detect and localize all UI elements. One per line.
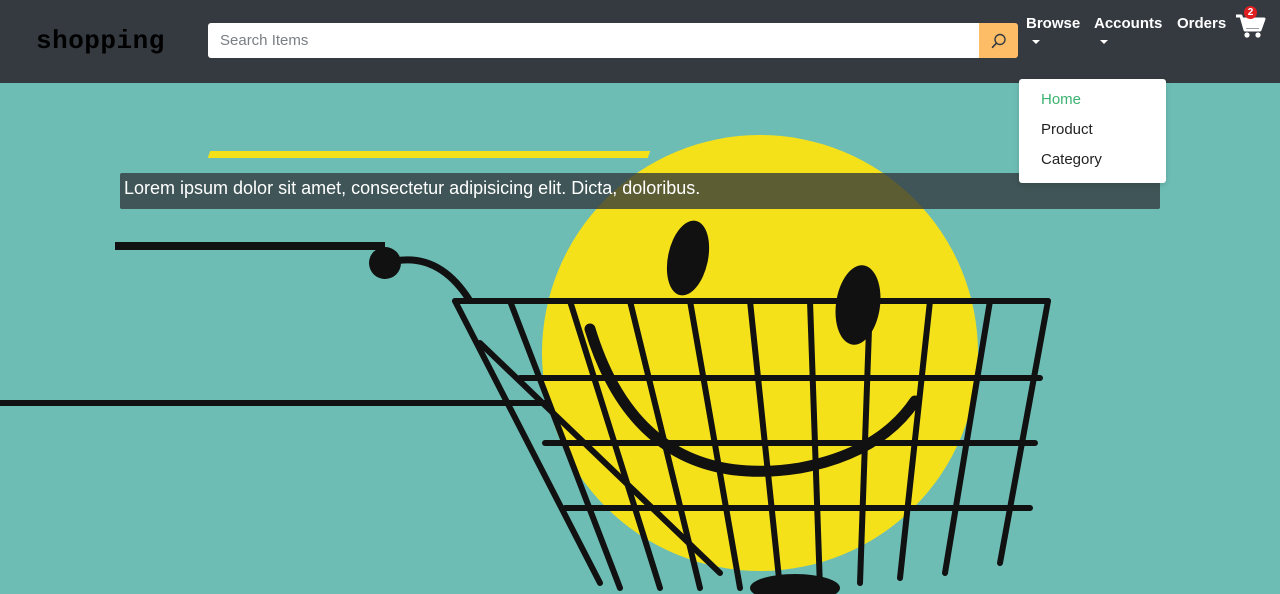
brand-logo[interactable]: shopping	[36, 26, 165, 56]
nav-browse-label: Browse	[1026, 15, 1081, 32]
nav-accounts-label: Accounts	[1094, 15, 1163, 32]
search-button[interactable]	[979, 23, 1018, 58]
navbar: shopping Browse Accounts Orders 2	[0, 0, 1280, 83]
cart-button[interactable]: 2	[1234, 6, 1268, 40]
chevron-down-icon	[1100, 40, 1108, 44]
browse-dropdown-menu: Home Product Category	[1019, 79, 1166, 183]
hero-caption: Lorem ipsum dolor sit amet, consectetur …	[120, 173, 1160, 209]
dropdown-item-home[interactable]: Home	[1019, 90, 1166, 120]
nav-accounts[interactable]: Accounts	[1094, 15, 1162, 44]
chevron-down-icon	[1032, 40, 1040, 44]
search-bar	[208, 23, 1018, 58]
nav-orders-label: Orders	[1177, 15, 1227, 32]
nav-orders[interactable]: Orders	[1177, 15, 1226, 32]
cart-count-badge: 2	[1244, 6, 1257, 19]
search-icon	[991, 33, 1006, 48]
search-input[interactable]	[208, 23, 979, 58]
dropdown-item-product[interactable]: Product	[1019, 120, 1166, 150]
nav-browse[interactable]: Browse	[1026, 15, 1080, 44]
dropdown-item-category[interactable]: Category	[1019, 150, 1166, 180]
